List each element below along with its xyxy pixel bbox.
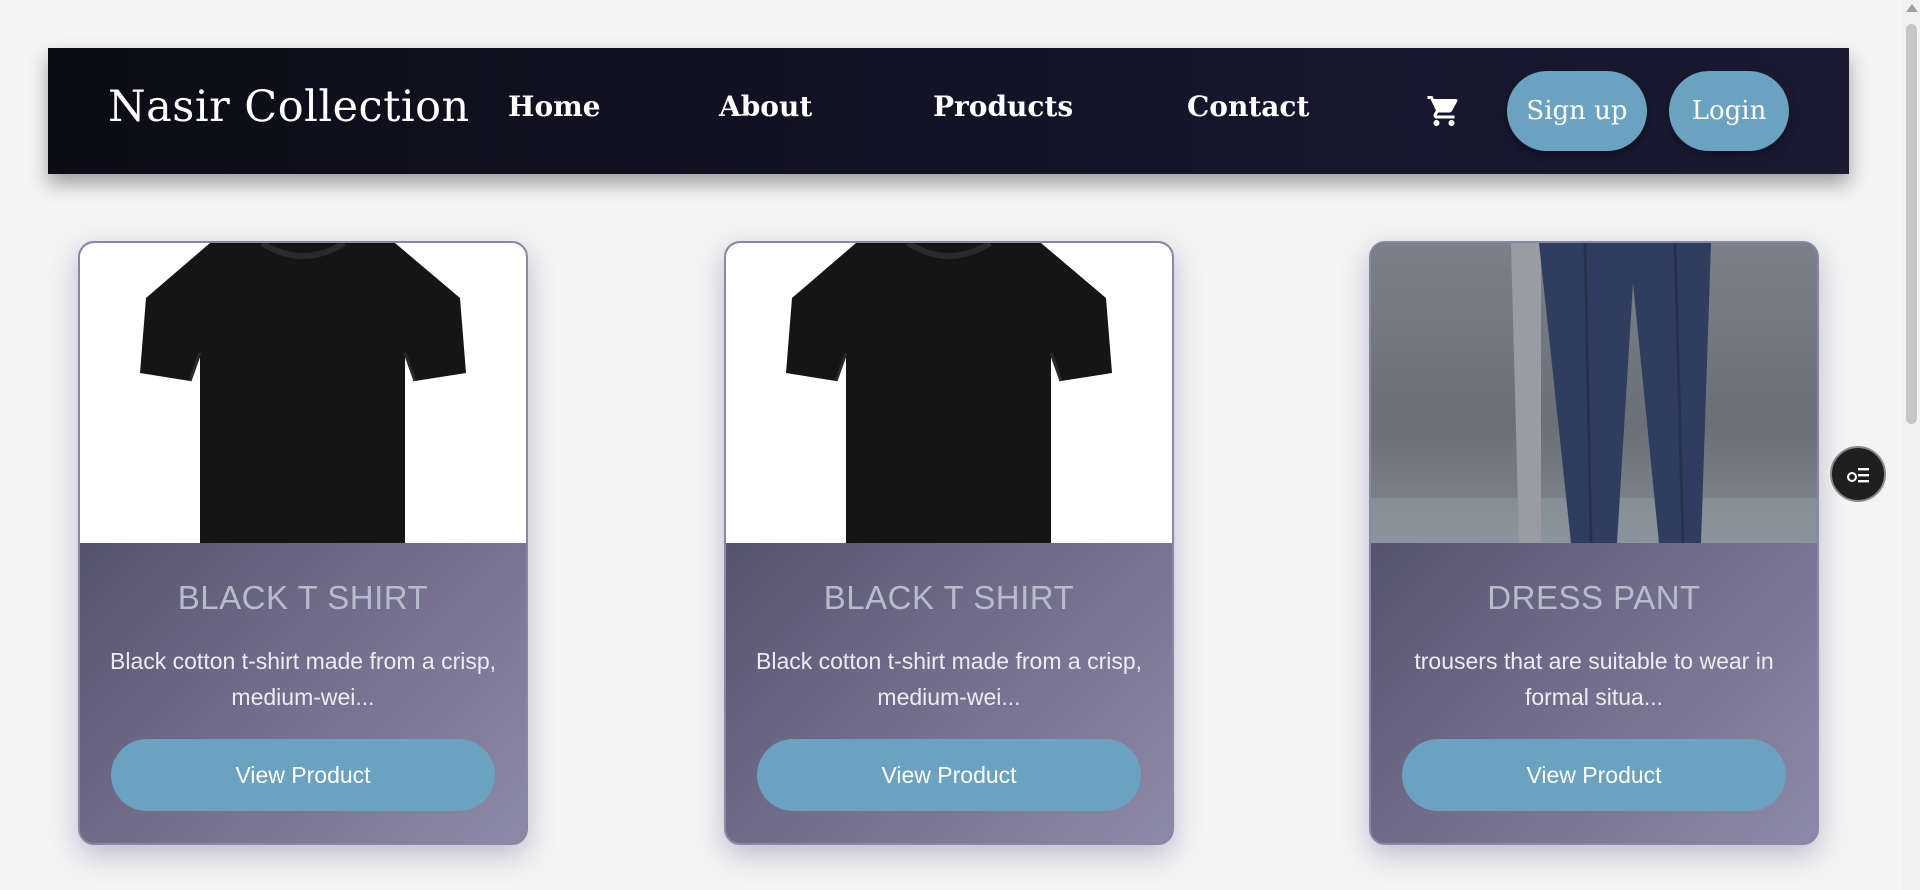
nav-link-contact[interactable]: Contact [1187, 90, 1309, 123]
nav-link-home[interactable]: Home [508, 90, 601, 123]
product-title: BLACK T SHIRT [177, 579, 429, 616]
product-title: BLACK T SHIRT [823, 579, 1075, 616]
floating-menu-icon[interactable] [1830, 446, 1886, 502]
product-image-black-tshirt [80, 243, 526, 543]
signup-button[interactable]: Sign up [1507, 71, 1647, 151]
scroll-up-arrow-icon[interactable] [1906, 4, 1918, 12]
vertical-scrollbar[interactable] [1902, 0, 1920, 890]
product-description: trousers that are suitable to wear in fo… [1414, 648, 1774, 710]
view-product-button[interactable]: View Product [111, 739, 495, 811]
product-card: BLACK T SHIRT Black cotton t-shirt made … [724, 241, 1174, 845]
product-image-dress-pant [1371, 243, 1817, 543]
shopping-cart-icon[interactable] [1426, 93, 1462, 129]
brand-logo[interactable]: Nasir Collection [108, 82, 470, 132]
navbar: Nasir Collection Home About Products Con… [48, 48, 1849, 174]
product-card: BLACK T SHIRT Black cotton t-shirt made … [78, 241, 528, 845]
product-description: Black cotton t-shirt made from a crisp, … [756, 648, 1143, 710]
view-product-button[interactable]: View Product [757, 739, 1141, 811]
scroll-thumb[interactable] [1906, 24, 1917, 424]
login-button[interactable]: Login [1669, 71, 1789, 151]
product-image-black-tshirt [726, 243, 1172, 543]
view-product-button[interactable]: View Product [1402, 739, 1786, 811]
nav-link-about[interactable]: About [719, 90, 812, 123]
product-description: Black cotton t-shirt made from a crisp, … [110, 648, 497, 710]
product-title: DRESS PANT [1487, 579, 1701, 616]
nav-link-products[interactable]: Products [933, 90, 1073, 123]
product-card: DRESS PANT trousers that are suitable to… [1369, 241, 1819, 845]
